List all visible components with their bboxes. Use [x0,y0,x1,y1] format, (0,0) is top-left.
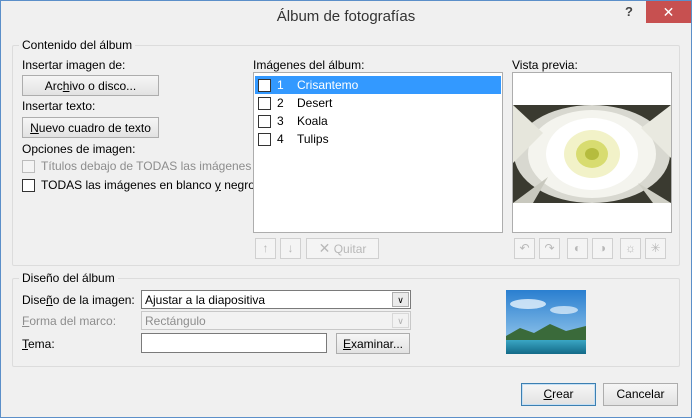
cancel-button[interactable]: Cancelar [603,383,678,406]
list-item[interactable]: 1 Crisantemo [255,76,501,94]
help-button[interactable]: ? [619,1,639,23]
brightness-up-icon: ☼ [625,241,636,255]
black-white-checkbox[interactable] [22,179,35,192]
picture-layout-select[interactable]: Ajustar a la diapositiva ∨ [141,290,411,309]
create-button[interactable]: Crear [521,383,596,406]
insert-image-label: Insertar imagen de: [22,58,126,72]
insert-text-label: Insertar texto: [22,99,96,113]
dialog-title: Álbum de fotografías [276,8,416,25]
theme-label: Tema: [22,337,55,351]
rotate-right-button[interactable]: ↷ [539,238,560,259]
image-checkbox[interactable] [258,133,271,146]
arrow-down-icon: ↓ [287,241,294,255]
rotate-right-icon: ↷ [544,241,555,255]
decrease-contrast-button[interactable]: ◑ [592,238,613,259]
rotate-left-icon: ↶ [519,241,530,255]
image-checkbox[interactable] [258,115,271,128]
flower-preview-image [513,73,671,232]
captions-option-label: Títulos debajo de TODAS las imágenes [41,159,252,173]
browse-button[interactable]: Examinar... [336,333,410,354]
x-icon: ✕ [318,240,331,256]
image-checkbox[interactable] [258,79,271,92]
image-options-label: Opciones de imagen: [22,142,136,156]
close-button[interactable]: ✕ [646,1,691,23]
album-content-legend: Contenido del álbum [19,38,136,52]
theme-input[interactable] [141,333,327,353]
rotate-left-button[interactable]: ↶ [514,238,535,259]
layout-preview-image [506,290,586,354]
chevron-down-icon[interactable]: ∨ [392,313,409,328]
move-up-button[interactable]: ↑ [255,238,276,259]
move-down-button[interactable]: ↓ [280,238,301,259]
captions-checkbox[interactable] [22,160,35,173]
file-or-disk-button[interactable]: Archivo o disco... [22,75,159,96]
preview-label: Vista previa: [512,58,578,72]
remove-button[interactable]: ✕ Quitar [306,238,379,259]
photo-album-dialog: Álbum de fotografías ? ✕ Contenido del á… [0,0,692,418]
album-images-label: Imágenes del álbum: [253,58,365,72]
frame-shape-label: Forma del marco: [22,314,117,328]
picture-layout-label: Diseño de la imagen: [22,293,135,307]
increase-contrast-button[interactable]: ◐ [567,238,588,259]
increase-brightness-button[interactable]: ☼ [620,238,641,259]
contrast-down-icon: ◑ [598,241,607,255]
new-text-box-button[interactable]: Nuevo cuadro de texto [22,117,159,138]
decrease-brightness-button[interactable]: ✳ [645,238,666,259]
preview-pane [512,72,672,233]
image-checkbox[interactable] [258,97,271,110]
list-item[interactable]: 2 Desert [255,94,501,112]
frame-shape-select[interactable]: Rectángulo ∨ [141,311,411,330]
album-layout-legend: Diseño del álbum [19,271,118,285]
chevron-down-icon[interactable]: ∨ [392,292,409,307]
album-images-list[interactable]: 1 Crisantemo 2 Desert 3 Koala 4 Tulips [253,72,503,233]
arrow-up-icon: ↑ [262,241,269,255]
brightness-down-icon: ✳ [650,241,661,255]
title-bar: Álbum de fotografías ? ✕ [1,1,691,33]
list-item[interactable]: 4 Tulips [255,130,501,148]
list-item[interactable]: 3 Koala [255,112,501,130]
black-white-option-label: TODAS las imágenes en blanco y negro [41,178,255,192]
contrast-up-icon: ◐ [573,241,582,255]
